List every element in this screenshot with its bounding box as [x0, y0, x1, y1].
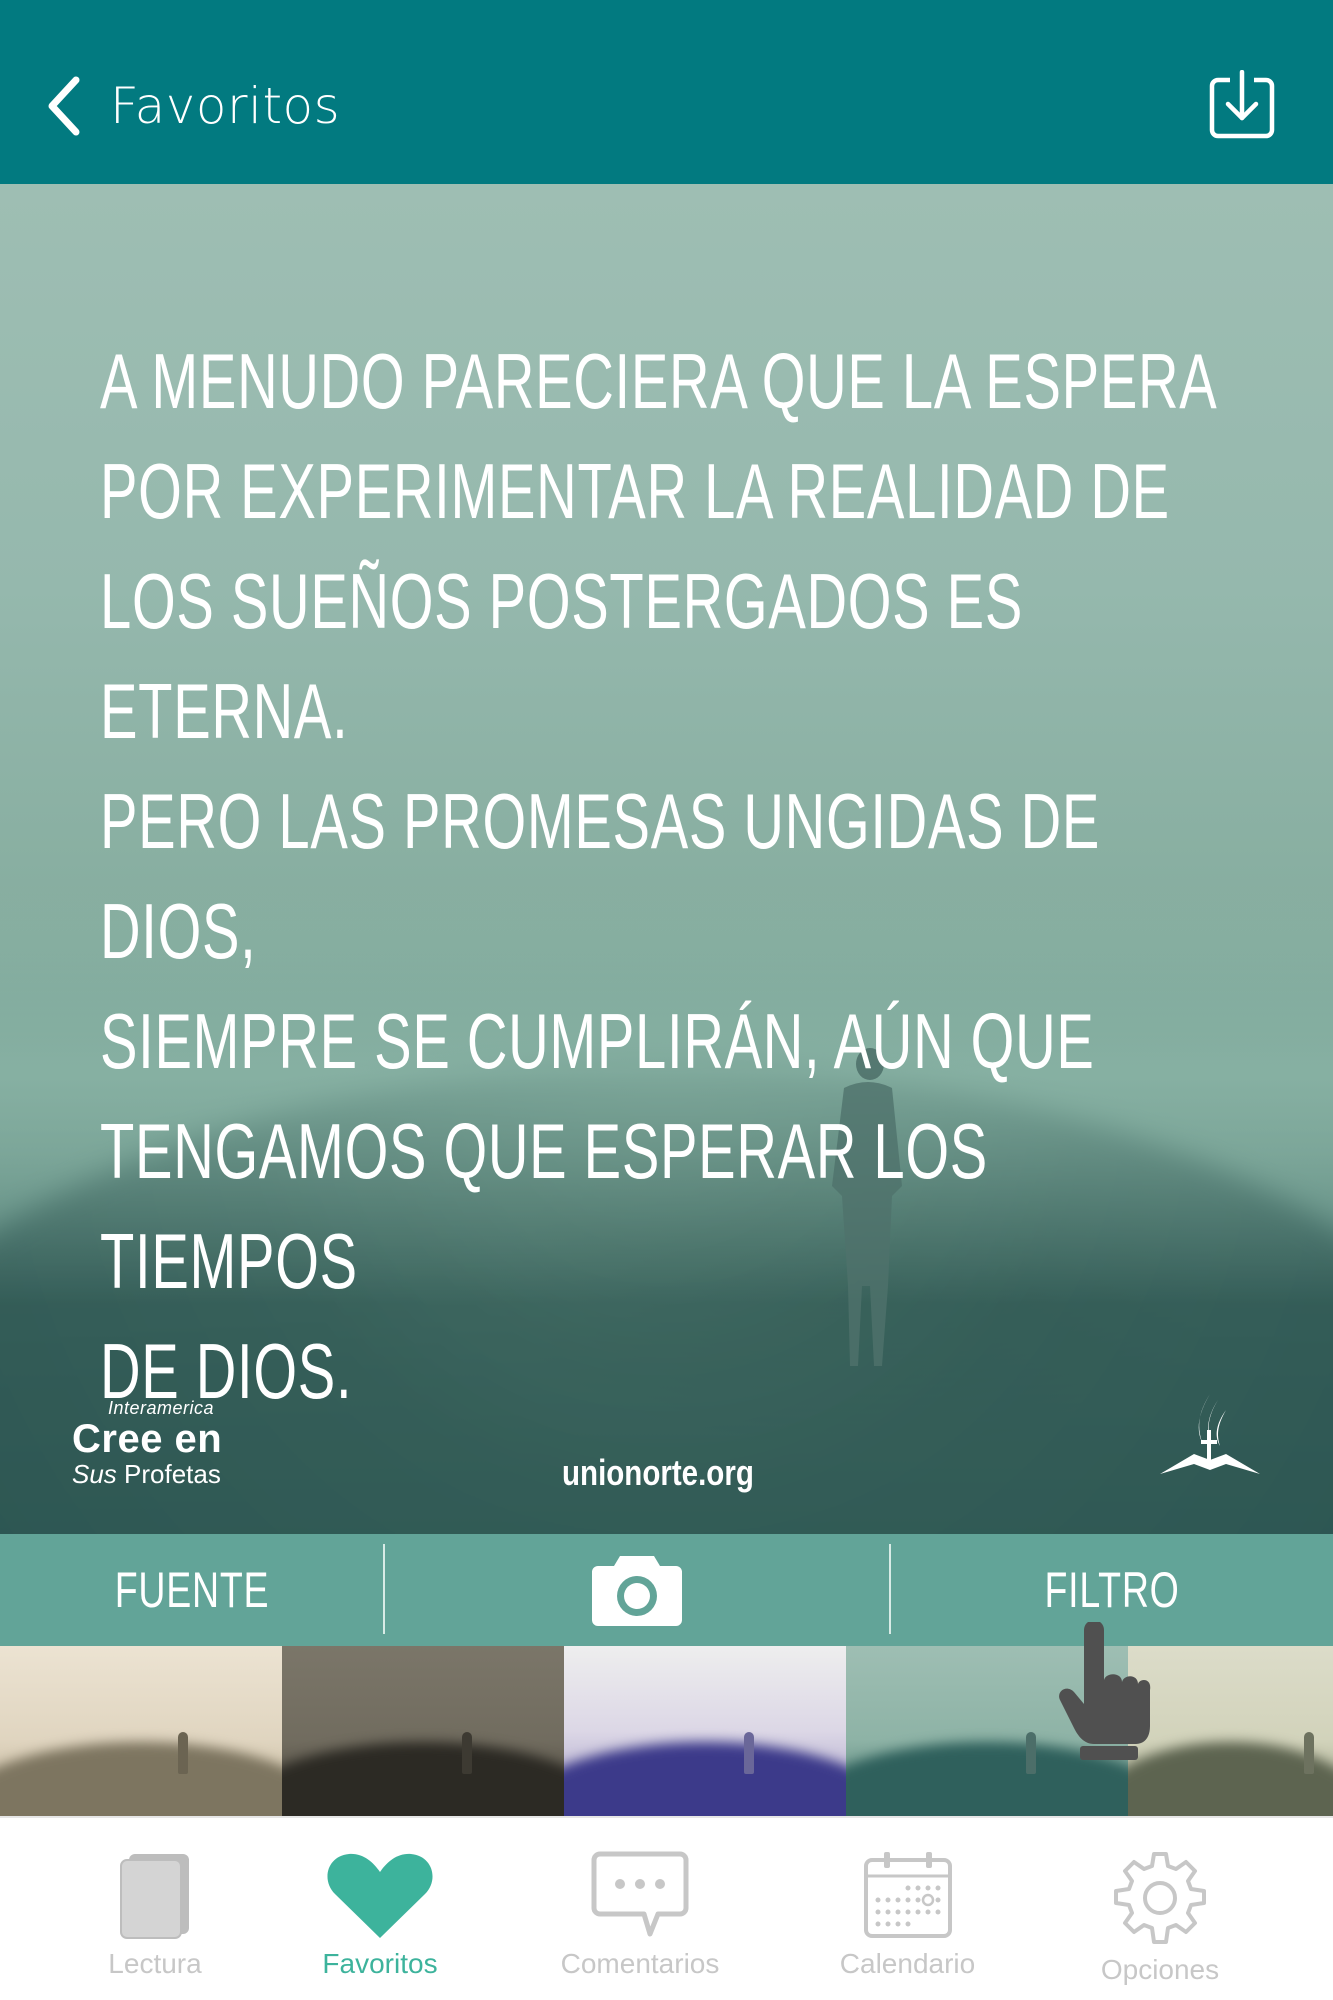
- quote-line: de Dios.: [100, 1327, 353, 1415]
- thumb-person: [1026, 1732, 1036, 1774]
- filter-thumb-pale-olive[interactable]: [1128, 1646, 1333, 1816]
- nav-item-opciones[interactable]: Opciones: [1075, 1818, 1245, 2000]
- filter-thumb-warm-sepia[interactable]: [0, 1646, 282, 1816]
- thumb-hill: [0, 1742, 282, 1816]
- nav-item-lectura[interactable]: Lectura: [70, 1818, 240, 2000]
- hand-pointer-icon: [1059, 1622, 1151, 1760]
- website-label: unionorte.org: [562, 1452, 754, 1493]
- cree-en-sus-profetas-logo: Interamerica Cree en Sus Profetas: [72, 1398, 222, 1490]
- nav-item-favoritos[interactable]: Favoritos: [295, 1818, 465, 2000]
- back-button[interactable]: Favoritos: [44, 76, 340, 136]
- nav-label: Comentarios: [560, 1948, 720, 1979]
- font-button-label: FUENTE: [114, 1562, 270, 1618]
- quote-image: A menudo pareciera que la espera por exp…: [0, 184, 1333, 1534]
- nav-label: Calendario: [839, 1948, 976, 1979]
- camera-icon: [592, 1556, 682, 1626]
- nav-label: Lectura: [108, 1948, 202, 1979]
- calendar-icon: [863, 1852, 952, 1938]
- thumb-person: [1304, 1732, 1314, 1774]
- logo-line-3: Sus Profetas: [72, 1459, 222, 1490]
- thumb-hill: [282, 1742, 564, 1816]
- quote-line: A menudo pareciera que la espera: [100, 337, 1218, 425]
- adventist-logo-icon: [1160, 1394, 1260, 1474]
- nav-item-calendario[interactable]: Calendario: [820, 1818, 995, 2000]
- camera-button[interactable]: [385, 1534, 889, 1646]
- quote-line: tengamos que esperar los tiempos: [100, 1107, 988, 1305]
- thumb-person: [462, 1732, 472, 1774]
- heart-icon: [327, 1853, 433, 1938]
- book-icon: [120, 1854, 189, 1939]
- thumb-person: [744, 1732, 754, 1774]
- font-button[interactable]: FUENTE: [0, 1534, 384, 1646]
- back-label: Favoritos: [110, 77, 341, 135]
- chevron-left-icon: [48, 76, 80, 136]
- quote-text: A menudo pareciera que la espera por exp…: [100, 326, 1259, 1426]
- logo-line-3-italic: Sus: [72, 1459, 117, 1489]
- quote-line: Pero las promesas ungidas de Dios,: [100, 777, 1101, 975]
- thumb-person: [178, 1732, 188, 1774]
- chat-bubble-icon: [591, 1851, 689, 1937]
- logo-line-3-rest: Profetas: [116, 1459, 221, 1489]
- quote-line: por experimentar la realidad de: [100, 447, 1170, 535]
- download-icon[interactable]: [1208, 70, 1276, 140]
- top-bar: Favoritos: [0, 0, 1333, 184]
- filter-thumb-dark-brown[interactable]: [282, 1646, 564, 1816]
- nav-item-comentarios[interactable]: Comentarios: [545, 1818, 735, 2000]
- logo-line-1: Interamerica: [108, 1398, 215, 1418]
- nav-label: Favoritos: [322, 1948, 438, 1979]
- filter-thumb-violet[interactable]: [564, 1646, 846, 1816]
- quote-line: los sueños postergados es eterna.: [100, 557, 1024, 755]
- thumb-hill: [1128, 1742, 1333, 1816]
- logo-line-2: Cree en: [72, 1417, 223, 1461]
- thumb-hill: [564, 1742, 846, 1816]
- nav-label: Opciones: [1100, 1954, 1220, 1985]
- bottom-navigation: Lectura Favoritos Comentarios Calendario…: [0, 1816, 1333, 2000]
- gear-icon: [1114, 1852, 1206, 1944]
- filter-button-label: FILTRO: [1044, 1562, 1180, 1618]
- quote-line: siempre se cumplirán, aún que: [100, 997, 1095, 1085]
